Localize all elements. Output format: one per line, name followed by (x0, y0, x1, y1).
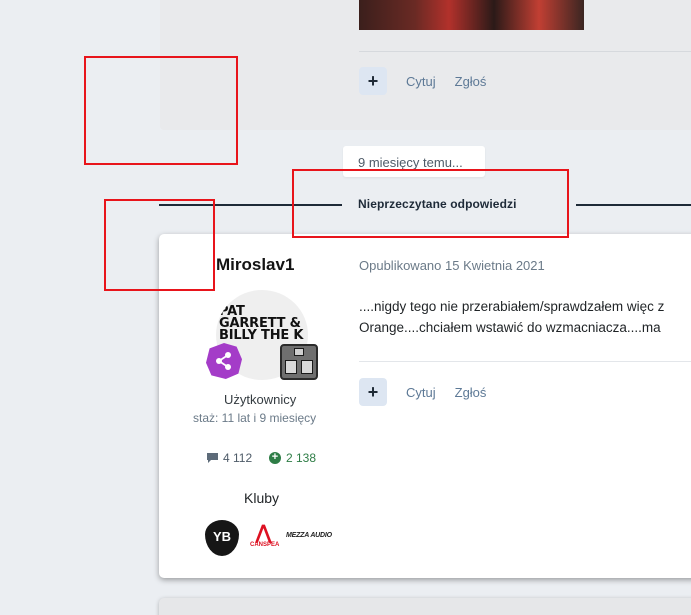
post-divider (359, 361, 691, 362)
comment-count-value: 4 112 (223, 451, 253, 465)
report-link[interactable]: Zgłoś (455, 385, 487, 400)
mezza-club-icon[interactable]: MEZZA AUDIO (286, 532, 332, 539)
speaker-badge-icon (280, 344, 318, 380)
canspeak-club-icon[interactable]: ⋀ CANSPEA (250, 520, 280, 552)
next-post-card (159, 598, 691, 615)
annotation-box (104, 199, 215, 291)
previous-post-divider (359, 51, 691, 52)
post-body-line: Orange....chciałem wstawić do wzmacniacz… (359, 320, 661, 335)
mezza-club-label: MEZZA AUDIO (286, 532, 332, 539)
share-badge-icon (206, 343, 242, 379)
annotation-box (292, 169, 569, 238)
report-link[interactable]: Zgłoś (455, 74, 487, 89)
unread-separator-line-right (576, 204, 691, 206)
previous-post-image[interactable] (359, 0, 584, 30)
comment-count: 4 112 (206, 451, 252, 465)
comment-icon (207, 453, 218, 463)
annotation-box (84, 56, 238, 165)
post-body: ....nigdy tego nie przerabiałem/sprawdza… (359, 296, 691, 338)
post-body-line: ....nigdy tego nie przerabiałem/sprawdza… (359, 299, 665, 314)
avatar-text: PAT GARRETT & BILLY THE K (219, 304, 304, 343)
post-actions: + Cytuj Zgłoś (359, 378, 486, 406)
quote-link[interactable]: Cytuj (406, 74, 436, 89)
react-plus-button[interactable]: + (359, 67, 387, 95)
react-plus-button[interactable]: + (359, 378, 387, 406)
canspeak-club-label: CANSPEA (250, 542, 280, 548)
author-avatar-group: PAT GARRETT & BILLY THE K (206, 290, 318, 380)
previous-post-actions: + Cytuj Zgłoś (359, 67, 486, 95)
quote-link[interactable]: Cytuj (406, 385, 436, 400)
clubs-label: Kluby (244, 490, 280, 506)
reputation-plus-icon: + (269, 452, 281, 464)
author-group: Użytkownicy (224, 392, 297, 407)
reputation-count: + 2 138 (269, 451, 316, 465)
author-name[interactable]: Miroslav1 (216, 255, 294, 275)
yb-club-label: YB (212, 529, 232, 544)
author-tenure: staż: 11 lat i 9 miesięcy (193, 411, 317, 425)
reputation-value: 2 138 (286, 451, 317, 465)
post-date[interactable]: Opublikowano 15 Kwietnia 2021 (359, 258, 545, 273)
